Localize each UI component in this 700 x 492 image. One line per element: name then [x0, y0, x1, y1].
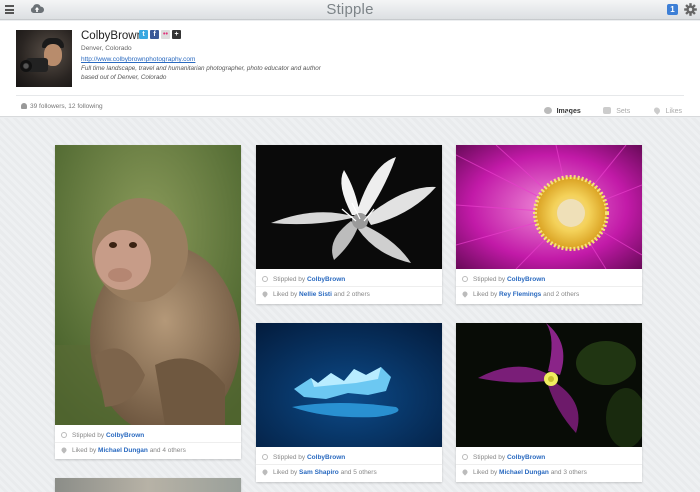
profile-name[interactable]: ColbyBrown — [81, 30, 143, 42]
photo-monkey[interactable] — [55, 145, 241, 425]
profile-header: ColbyBrown t f •• + Denver, Colorado http:/… — [0, 21, 700, 117]
liked-label: Liked by — [72, 447, 97, 454]
image-card: Stippled by ColbyBrown Liked by Michael … — [456, 323, 642, 482]
card-meta: Stippled by ColbyBrown Liked by Michael … — [55, 425, 241, 459]
image-card — [55, 478, 241, 492]
divider — [16, 95, 684, 96]
photo-purple-flower[interactable] — [456, 145, 642, 269]
social-links: t f •• + — [139, 30, 183, 40]
stipple-icon — [61, 432, 67, 438]
stipple-icon — [462, 276, 468, 282]
photo-bougainvillea[interactable] — [456, 323, 642, 447]
avatar[interactable] — [16, 30, 72, 87]
stippled-by-link[interactable]: ColbyBrown — [507, 454, 545, 461]
card-meta: Stippled by ColbyBrown Liked by Michael … — [456, 447, 642, 482]
photo-partial[interactable] — [55, 478, 241, 492]
gear-icon[interactable] — [684, 3, 697, 16]
heart-icon[interactable] — [461, 468, 469, 476]
photo-white-flower[interactable] — [256, 145, 442, 269]
notification-badge[interactable]: 1 — [667, 4, 678, 15]
liked-label: Liked by — [473, 291, 498, 298]
top-bar: Stipple 1 — [0, 0, 700, 20]
image-card: Stippled by ColbyBrown Liked by Nellie S… — [256, 145, 442, 304]
liked-by-link[interactable]: Rey Flemings — [499, 291, 541, 298]
liked-by-link[interactable]: Michael Dungan — [98, 447, 148, 454]
stippled-label: Stippled by — [273, 276, 306, 283]
person-icon — [21, 103, 27, 109]
stipple-icon — [262, 454, 268, 460]
liked-label: Liked by — [273, 291, 298, 298]
flickr-icon[interactable]: •• — [161, 30, 170, 39]
stippled-by-link[interactable]: ColbyBrown — [307, 276, 345, 283]
image-card: Stippled by ColbyBrown Liked by Sam Shap… — [256, 323, 442, 482]
sets-icon — [603, 107, 612, 114]
follower-count[interactable]: 39 followers, 12 following — [21, 103, 103, 110]
stippled-label: Stippled by — [473, 276, 506, 283]
stipple-icon — [462, 454, 468, 460]
profile-website-link[interactable]: http://www.colbybrownphotography.com — [81, 56, 195, 63]
image-card: Stippled by ColbyBrown Liked by Michael … — [55, 145, 241, 459]
heart-icon — [652, 106, 661, 115]
heart-icon[interactable] — [461, 290, 469, 298]
plus-icon[interactable]: + — [172, 30, 181, 39]
liked-others[interactable]: and 2 others — [543, 291, 579, 298]
liked-others[interactable]: and 2 others — [334, 291, 370, 298]
facebook-icon[interactable]: f — [150, 30, 159, 39]
tab-label: Likes — [665, 108, 682, 115]
profile-location: Denver, Colorado — [81, 45, 132, 52]
liked-others[interactable]: and 4 others — [150, 447, 186, 454]
stippled-by-link[interactable]: ColbyBrown — [507, 276, 545, 283]
follower-text: 39 followers, 12 following — [30, 103, 103, 110]
liked-label: Liked by — [473, 469, 498, 476]
card-meta: Stippled by ColbyBrown Liked by Sam Shap… — [256, 447, 442, 482]
heart-icon[interactable] — [60, 446, 68, 454]
tab-likes[interactable]: Likes — [652, 106, 682, 115]
liked-label: Liked by — [273, 469, 298, 476]
stippled-by-link[interactable]: ColbyBrown — [307, 454, 345, 461]
liked-others[interactable]: and 5 others — [341, 469, 377, 476]
stippled-label: Stippled by — [72, 432, 105, 439]
app-logo[interactable]: Stipple — [0, 1, 700, 18]
card-meta: Stippled by ColbyBrown Liked by Rey Flem… — [456, 269, 642, 304]
stippled-by-link[interactable]: ColbyBrown — [106, 432, 144, 439]
tab-label: Sets — [616, 108, 631, 115]
image-grid: Stippled by ColbyBrown Liked by Michael … — [0, 118, 700, 492]
stipple-icon — [262, 276, 268, 282]
stippled-label: Stippled by — [273, 454, 306, 461]
liked-others[interactable]: and 3 others — [551, 469, 587, 476]
heart-icon[interactable] — [261, 468, 269, 476]
card-meta: Stippled by ColbyBrown Liked by Nellie S… — [256, 269, 442, 304]
tab-sets[interactable]: Sets — [603, 107, 630, 115]
liked-by-link[interactable]: Sam Shapiro — [299, 469, 339, 476]
image-icon — [543, 107, 552, 114]
liked-by-link[interactable]: Nellie Sisti — [299, 291, 332, 298]
profile-tabs: Images Sets Likes — [526, 100, 682, 118]
photo-blue-ice[interactable] — [256, 323, 442, 447]
profile-bio: Full time landscape, travel and humanita… — [81, 65, 321, 81]
stippled-label: Stippled by — [473, 454, 506, 461]
image-card: Stippled by ColbyBrown Liked by Rey Flem… — [456, 145, 642, 304]
liked-by-link[interactable]: Michael Dungan — [499, 469, 549, 476]
heart-icon[interactable] — [261, 290, 269, 298]
twitter-icon[interactable]: t — [139, 30, 148, 39]
active-tab-pointer — [563, 111, 573, 116]
